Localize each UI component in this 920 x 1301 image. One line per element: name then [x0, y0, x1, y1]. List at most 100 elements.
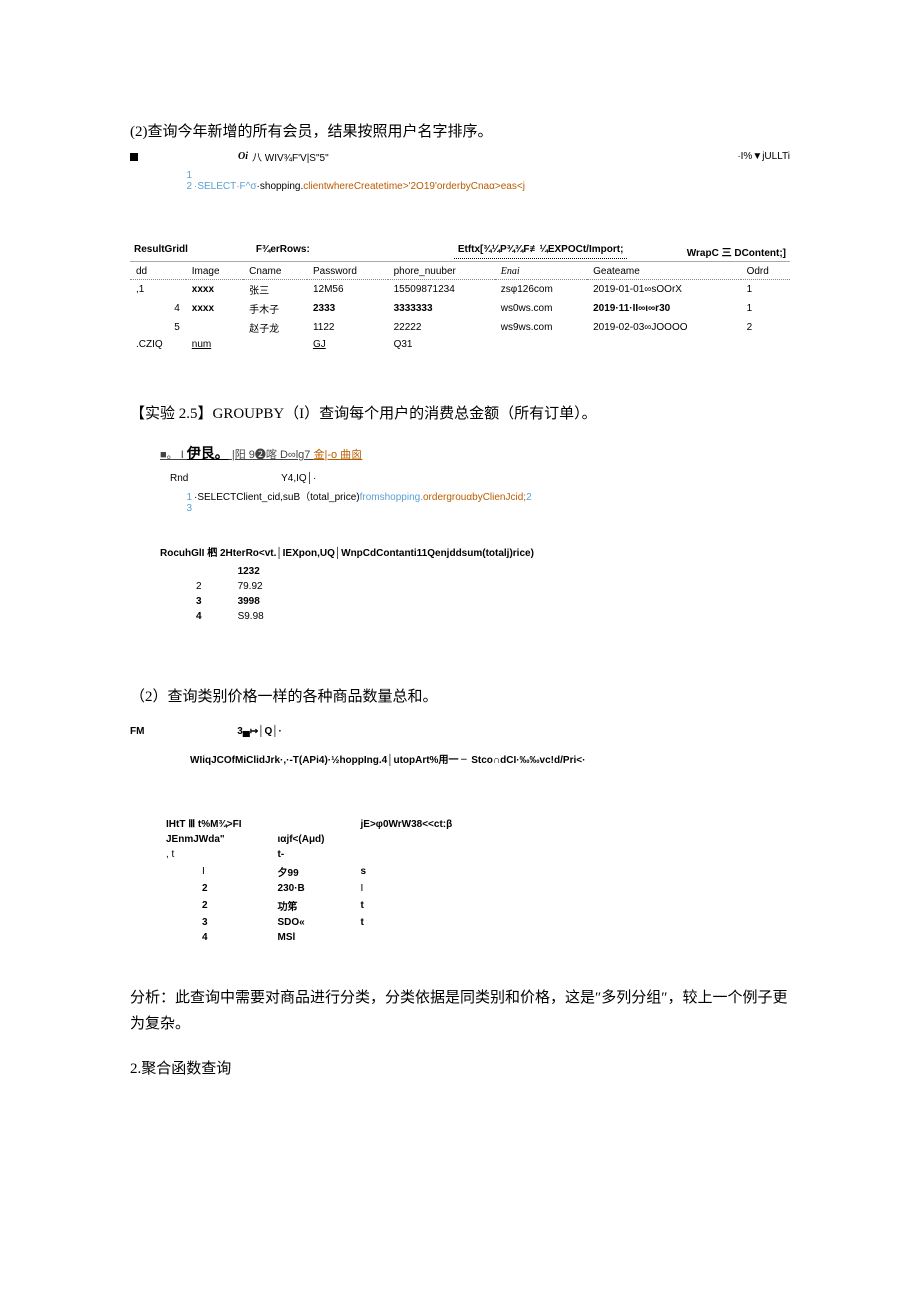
- toolbar-right: ·I%▼jULLTi: [737, 151, 790, 162]
- cell: 79.92: [234, 580, 294, 593]
- fm-value: 3▄↦│Q│·: [237, 726, 282, 737]
- analysis-text: 分析：此查询中需要对商品进行分类，分类依据是同类别和价格，这是″多列分组″，较上…: [130, 986, 790, 1037]
- garble-text: 金|-ο 曲囪: [313, 449, 362, 461]
- export-import-label: Etftx[¾¼P¾¾F≢¼EXPOCt/Import;: [454, 244, 628, 259]
- cell: 2333: [307, 299, 388, 318]
- cell: 230·B: [274, 882, 355, 895]
- cell: [741, 337, 790, 352]
- cell: 4: [198, 931, 272, 944]
- table-row: 2功笫t: [162, 897, 482, 914]
- table-row: 5 赵子龙 1122 22222 ws9ws.com 2019-02-03∞JO…: [130, 318, 790, 337]
- table-row: I夕99s: [162, 863, 482, 880]
- col-dd: dd: [130, 264, 186, 280]
- cell: 15509871234: [388, 280, 495, 300]
- table-header-row: IHtT Ⅲ t%M¾>FI jE>φ0WrW38<<ct:β: [162, 818, 482, 831]
- cell: ,1: [130, 280, 186, 300]
- garble-text: ■。 I: [160, 449, 187, 461]
- cell: 1: [741, 299, 790, 318]
- prompt-2-5b: （2）查询类别价格一样的各种商品数量总和。: [130, 685, 790, 706]
- cell: 功笫: [274, 897, 355, 914]
- cell: 5: [130, 318, 186, 337]
- square-icon: [130, 153, 138, 161]
- cell: 2019-01-01∞sOOrX: [587, 280, 740, 300]
- table-row: 33998: [192, 595, 294, 608]
- cell: 夕99: [274, 863, 355, 880]
- result-table-2: 1232 279.92 33998 4S9.98: [190, 563, 296, 625]
- table-row: 279.92: [192, 580, 294, 593]
- sql-garble-3: WIiqJCOfMiClidJrk·,·-T(APi4)·½hoppIng.4│…: [190, 751, 790, 766]
- col-mid: [274, 818, 355, 831]
- sql-text: clientwhereCreatetime>'2O19'orderbyCnaα>…: [303, 181, 525, 192]
- cell: [587, 337, 740, 352]
- cell: GJ: [307, 337, 388, 352]
- result-table-1: dd Image Cname Password phore_nuuber Ena…: [130, 264, 790, 352]
- sql-block-2: 1·SELECTClient_cid,suB（total_price)froms…: [180, 488, 790, 514]
- cell: 4: [130, 299, 186, 318]
- sql-text: ·SELECT·F^σ: [194, 181, 257, 192]
- cell: 赵子龙: [243, 318, 307, 337]
- table-row: ,1 xxxx 张三 12M56 15509871234 zsφ126com 2…: [130, 280, 790, 300]
- cell: [357, 848, 483, 861]
- cell: [357, 931, 483, 944]
- toolbar-2-2: Oi 八 WIV¾F'V|S"5" ·I%▼jULLTi: [130, 149, 790, 164]
- cell: t: [357, 897, 483, 914]
- section-2-5-title: 【实验 2.5】GROUPBY（I）查询每个用户的消费总金额（所有订单）。: [130, 402, 790, 423]
- cell: 3: [192, 595, 232, 608]
- cell: S9.98: [234, 610, 294, 623]
- cell: 2019·11·II∞ι∞r30: [587, 299, 740, 318]
- col-phone: phore_nuuber: [388, 264, 495, 280]
- cell: 3998: [234, 595, 294, 608]
- cell: num: [186, 337, 243, 352]
- col-odrd: Odrd: [741, 264, 790, 280]
- filter-rows-label: F¾erRows:: [252, 244, 314, 259]
- cell: 2: [192, 580, 232, 593]
- oi-label: Oi: [238, 151, 248, 162]
- cell: MSl: [274, 931, 355, 944]
- result-table-3: IHtT Ⅲ t%M¾>FI jE>φ0WrW38<<ct:β JEnmJWda…: [160, 816, 484, 946]
- rnd-value: Y4,IQ│·: [281, 473, 316, 484]
- table-sub-row: JEnmJWda" ιαjf<(Aμd): [162, 833, 482, 846]
- cell: 2: [741, 318, 790, 337]
- col-cname: Cname: [243, 264, 307, 280]
- cell: SDO«: [274, 916, 355, 929]
- line-num: 2: [526, 492, 532, 503]
- garble-text: 伊艮。: [187, 445, 229, 461]
- rnd-line: Rnd Y4,IQ│·: [170, 473, 790, 484]
- cell: 3333333: [388, 299, 495, 318]
- result-header-2: RocuhGlI 柶 2HterRo<vt.│IEXpon,UQ│WnpCdCo…: [160, 544, 790, 559]
- sql-text: ·SELECTClient_cid,suB（total_price): [194, 492, 360, 503]
- col-image: Image: [186, 264, 243, 280]
- table-row: .CZIQ num GJ Q31: [130, 337, 790, 352]
- col-password: Password: [307, 264, 388, 280]
- cell: xxxx: [186, 280, 243, 300]
- cell: ιαjf<(Aμd): [274, 833, 355, 846]
- subsection-2: 2.聚合函数查询: [130, 1057, 790, 1078]
- line-num: 2: [180, 181, 192, 192]
- cell: [243, 337, 307, 352]
- cell: t-: [274, 848, 355, 861]
- fm-label: FM: [130, 726, 144, 737]
- cell: 1232: [234, 565, 294, 578]
- sql-text: fromshopping.: [360, 492, 423, 503]
- cell: 22222: [388, 318, 495, 337]
- line-num: 1: [180, 492, 192, 503]
- cell: ws0ws.com: [495, 299, 587, 318]
- cell: xxxx: [186, 299, 243, 318]
- cell: ws9ws.com: [495, 318, 587, 337]
- cell: 1122: [307, 318, 388, 337]
- garble-toolbar: ■。 I 伊艮。 |阳 9❷喀 D∞lg7 金|-ο 曲囪: [160, 443, 790, 463]
- cell: [495, 337, 587, 352]
- cell: 2: [198, 882, 272, 895]
- line-num: 3: [180, 503, 192, 514]
- sql-text: ·shopping.: [257, 181, 304, 192]
- cell: zsφ126com: [495, 280, 587, 300]
- table-sub-row: , t t-: [162, 848, 482, 861]
- col-enai: Enai: [495, 264, 587, 280]
- rnd-label: Rnd: [170, 473, 188, 484]
- prompt-2-2: (2)查询今年新增的所有会员，结果按照用户名字排序。: [130, 120, 790, 141]
- sql-block-1: 1 2·SELECT·F^σ·shopping.clientwhereCreat…: [180, 170, 790, 192]
- result-grid-label: ResultGridl: [130, 244, 192, 259]
- fm-line: FM 3▄↦│Q│·: [130, 726, 790, 737]
- sql-text: ordergrouαbyClienJcid;: [423, 492, 526, 503]
- table-row: 4S9.98: [192, 610, 294, 623]
